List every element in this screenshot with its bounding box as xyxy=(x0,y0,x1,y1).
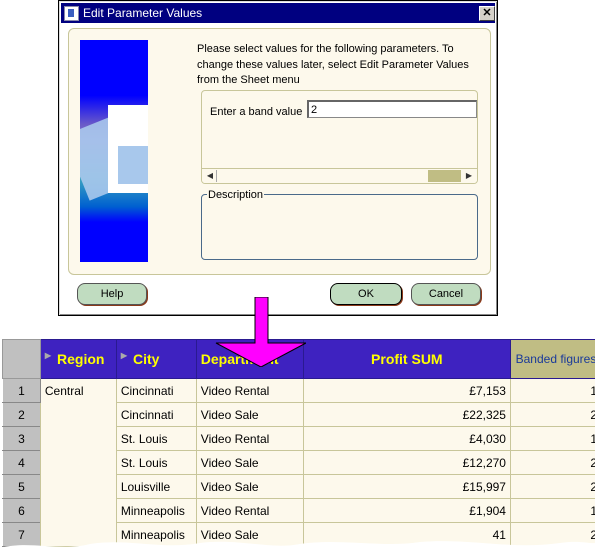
cancel-button[interactable]: Cancel xyxy=(411,283,481,305)
city-cell: Cincinnati xyxy=(116,403,196,427)
band-value-label: Enter a band value xyxy=(210,106,302,118)
expand-icon[interactable]: ▶ xyxy=(121,351,127,360)
app-icon xyxy=(64,6,79,21)
arrow-down-icon xyxy=(214,297,306,367)
band-cell: 1 xyxy=(510,379,595,403)
department-cell: Video Sale xyxy=(196,451,303,475)
band-cell: 1 xyxy=(510,427,595,451)
department-cell: Video Rental xyxy=(196,427,303,451)
city-cell: St. Louis xyxy=(116,427,196,451)
scroll-track[interactable] xyxy=(216,170,429,182)
city-cell: St. Louis xyxy=(116,451,196,475)
region-cell: Central xyxy=(40,379,116,547)
torn-edge xyxy=(0,538,595,558)
title-bar: Edit Parameter Values ✕ xyxy=(61,3,495,23)
row-number: 2 xyxy=(3,403,41,427)
row-header-corner xyxy=(3,340,41,379)
profit-cell: £22,325 xyxy=(303,403,510,427)
edit-parameter-values-dialog: Edit Parameter Values ✕ Please select va… xyxy=(58,0,498,316)
department-cell: Video Rental xyxy=(196,379,303,403)
results-table: ▶Region ▶City Department Profit SUM Band… xyxy=(2,339,595,547)
description-label: Description xyxy=(207,189,264,201)
dialog-panel: Please select values for the following p… xyxy=(68,28,491,275)
close-button[interactable]: ✕ xyxy=(479,6,495,21)
profit-cell: £15,997 xyxy=(303,475,510,499)
parameter-list: Enter a band value ◀ ▶ xyxy=(201,90,478,184)
wizard-illustration xyxy=(80,40,148,262)
profit-cell: £7,153 xyxy=(303,379,510,403)
dialog-title: Edit Parameter Values xyxy=(83,3,202,23)
column-header-city[interactable]: ▶City xyxy=(116,340,196,379)
band-cell: 1 xyxy=(510,499,595,523)
table-row[interactable]: 1CentralCincinnatiVideo Rental£7,1531 xyxy=(3,379,595,403)
ok-button[interactable]: OK xyxy=(330,283,402,305)
city-cell: Cincinnati xyxy=(116,379,196,403)
department-cell: Video Sale xyxy=(196,403,303,427)
row-number: 3 xyxy=(3,427,41,451)
band-cell: 2 xyxy=(510,451,595,475)
band-cell: 2 xyxy=(510,475,595,499)
profit-cell: £4,030 xyxy=(303,427,510,451)
horizontal-scrollbar[interactable]: ◀ ▶ xyxy=(202,168,477,183)
city-cell: Minneapolis xyxy=(116,499,196,523)
row-number: 1 xyxy=(3,379,41,403)
help-button[interactable]: Help xyxy=(77,283,147,305)
column-header-profit-sum[interactable]: Profit SUM xyxy=(303,340,510,379)
row-number: 4 xyxy=(3,451,41,475)
intro-text: Please select values for the following p… xyxy=(197,42,487,89)
description-box xyxy=(201,194,478,260)
column-header-banded-figures[interactable]: Banded figures xyxy=(510,340,595,379)
scroll-thumb[interactable] xyxy=(428,170,461,182)
band-value-input[interactable] xyxy=(307,100,477,118)
band-cell: 2 xyxy=(510,403,595,427)
scroll-right-icon[interactable]: ▶ xyxy=(463,170,475,182)
department-cell: Video Sale xyxy=(196,475,303,499)
expand-icon[interactable]: ▶ xyxy=(45,351,51,360)
profit-cell: £12,270 xyxy=(303,451,510,475)
profit-cell: £1,904 xyxy=(303,499,510,523)
scroll-left-icon[interactable]: ◀ xyxy=(204,170,216,182)
department-cell: Video Rental xyxy=(196,499,303,523)
row-number: 5 xyxy=(3,475,41,499)
city-cell: Louisville xyxy=(116,475,196,499)
row-number: 6 xyxy=(3,499,41,523)
column-header-region[interactable]: ▶Region xyxy=(40,340,116,379)
